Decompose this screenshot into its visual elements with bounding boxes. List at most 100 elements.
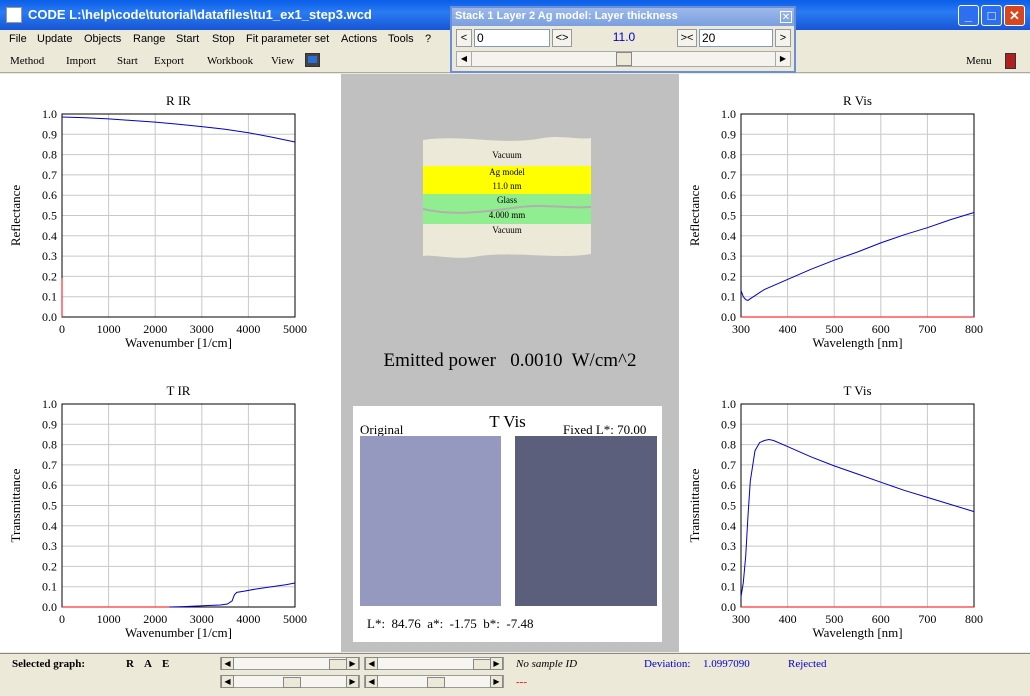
- y-tick-label: 0.3: [42, 539, 57, 553]
- y-tick-label: 0.7: [42, 458, 57, 472]
- toolbar-export[interactable]: Export: [154, 55, 184, 67]
- x-tick-label: 500: [825, 612, 843, 626]
- min-value-field[interactable]: 0: [474, 29, 550, 47]
- graph-button-a[interactable]: A: [144, 658, 152, 670]
- chart-t-ir[interactable]: T IR 0.0 0.1 0.2 0.3 0.4 0.5 0.6 0.7 0.8 0.9 1.0 0 10…: [0, 378, 341, 648]
- scroll-thumb[interactable]: [473, 659, 491, 670]
- scrollbar-1[interactable]: ◀ ▶: [220, 657, 360, 670]
- slider-left-arrow[interactable]: ◀: [457, 52, 472, 66]
- chart-title: R Vis: [843, 93, 872, 108]
- scroll-right-arrow[interactable]: ▶: [346, 657, 359, 670]
- menu-objects[interactable]: Objects: [84, 33, 121, 45]
- y-tick-label: 0.2: [42, 269, 57, 283]
- chart-t-vis[interactable]: T Vis0.00.10.20.30.40.50.60.70.80.91.030…: [679, 378, 1020, 648]
- menu-file[interactable]: File: [9, 33, 27, 45]
- y-tick-label: 0.1: [721, 580, 736, 594]
- toolbar-view[interactable]: View: [271, 55, 294, 67]
- y-tick-label: 1.0: [721, 397, 736, 411]
- scroll-thumb[interactable]: [427, 677, 445, 688]
- data-series-line: [740, 438, 975, 597]
- menu-range[interactable]: Range: [133, 33, 165, 45]
- x-tick-label: 700: [918, 612, 936, 626]
- menu-fit-parameter-set[interactable]: Fit parameter set: [246, 33, 329, 45]
- original-color-swatch: [360, 436, 501, 606]
- slider-thumb[interactable]: [615, 52, 632, 66]
- scroll-thumb[interactable]: [283, 677, 301, 688]
- y-tick-label: 0.6: [721, 188, 736, 202]
- y-tick-label: 0.5: [42, 209, 57, 223]
- color-panel[interactable]: T Vis Original Fixed L*: 70.00 L*: 84.76…: [353, 406, 662, 642]
- y-tick-label: 0.1: [42, 290, 57, 304]
- scrollbar-3[interactable]: ◀ ▶: [220, 675, 360, 688]
- decrease-button[interactable]: <: [456, 29, 472, 47]
- status-bar: Selected graph: R A E ◀ ▶ ◀ ▶ ◀ ▶ ◀ ▶ No…: [0, 653, 1030, 696]
- layer-label: Vacuum: [492, 150, 522, 160]
- x-tick-label: 400: [779, 612, 797, 626]
- layer-stack-diagram[interactable]: Vacuum Ag model 11.0 nm Glass 4.000 mm V…: [423, 136, 591, 258]
- app-icon[interactable]: [6, 7, 22, 23]
- toolbar-start[interactable]: Start: [117, 55, 138, 67]
- maximize-button[interactable]: □: [981, 5, 1002, 26]
- scroll-left-arrow[interactable]: ◀: [221, 657, 234, 670]
- y-tick-label: 0.1: [721, 290, 736, 304]
- scroll-right-arrow[interactable]: ▶: [490, 657, 503, 670]
- increase-button[interactable]: >: [775, 29, 791, 47]
- menu-update[interactable]: Update: [37, 33, 72, 45]
- slider-right-arrow[interactable]: ▶: [775, 52, 790, 66]
- fit-status: Rejected: [788, 658, 827, 670]
- slider-window-titlebar[interactable]: Stack 1 Layer 2 Ag model: Layer thicknes…: [452, 8, 794, 26]
- toolbar-menu[interactable]: Menu: [966, 55, 992, 67]
- parameter-slider[interactable]: ◀ ▶: [456, 51, 791, 67]
- y-tick-label: 0.9: [721, 127, 736, 141]
- minimize-button[interactable]: _: [958, 5, 979, 26]
- x-tick-label: 400: [779, 322, 797, 336]
- y-axis-label: Reflectance: [8, 185, 23, 247]
- y-tick-label: 0.6: [42, 478, 57, 492]
- scroll-left-arrow[interactable]: ◀: [365, 675, 378, 688]
- y-tick-label: 0.0: [42, 310, 57, 324]
- y-axis-label: Transmittance: [8, 468, 23, 542]
- menu-tools[interactable]: Tools: [388, 33, 414, 45]
- chart-r-ir[interactable]: R IR 0.0 0.1 0.2 0.3 0.4 0.5 0.6 0.7 0.8 0.9 1.0 0 10…: [0, 88, 341, 358]
- max-value-field[interactable]: 20: [699, 29, 773, 47]
- graph-button-e[interactable]: E: [162, 658, 169, 670]
- toolbar-method[interactable]: Method: [10, 55, 44, 67]
- menu-help[interactable]: ?: [425, 33, 431, 45]
- menu-stop[interactable]: Stop: [212, 33, 235, 45]
- toolbar-import[interactable]: Import: [66, 55, 96, 67]
- scroll-left-arrow[interactable]: ◀: [365, 657, 378, 670]
- scrollbar-4[interactable]: ◀ ▶: [364, 675, 504, 688]
- shrink-range-button[interactable]: <>: [552, 29, 572, 47]
- y-tick-label: 1.0: [721, 107, 736, 121]
- door-icon[interactable]: [1005, 53, 1016, 69]
- close-icon[interactable]: ✕: [780, 11, 792, 23]
- x-axis-label: Wavenumber [1/cm]: [125, 335, 232, 350]
- parameter-slider-window[interactable]: Stack 1 Layer 2 Ag model: Layer thicknes…: [450, 6, 796, 73]
- toolbar-workbook[interactable]: Workbook: [207, 55, 253, 67]
- x-tick-label: 300: [732, 322, 750, 336]
- y-tick-label: 0.8: [42, 438, 57, 452]
- graph-button-r[interactable]: R: [126, 658, 134, 670]
- menu-start[interactable]: Start: [176, 33, 199, 45]
- expand-range-button[interactable]: ><: [677, 29, 697, 47]
- x-axis-label: Wavelength [nm]: [812, 625, 902, 640]
- scroll-right-arrow[interactable]: ▶: [346, 675, 359, 688]
- x-tick-label: 4000: [236, 322, 260, 336]
- chart-r-vis[interactable]: R Vis0.00.10.20.30.40.50.60.70.80.91.030…: [679, 88, 1020, 358]
- close-button[interactable]: ✕: [1004, 5, 1025, 26]
- monitor-icon[interactable]: [305, 53, 320, 67]
- scroll-thumb[interactable]: [329, 659, 347, 670]
- status-dash: ---: [516, 676, 527, 688]
- x-axis-label: Wavelength [nm]: [812, 335, 902, 350]
- scroll-right-arrow[interactable]: ▶: [490, 675, 503, 688]
- y-tick-label: 1.0: [42, 397, 57, 411]
- y-tick-label: 0.9: [721, 417, 736, 431]
- y-tick-label: 1.0: [42, 107, 57, 121]
- menu-actions[interactable]: Actions: [341, 33, 377, 45]
- layer-label: Glass: [497, 195, 517, 205]
- deviation-value: 1.0997090: [703, 658, 750, 670]
- scrollbar-2[interactable]: ◀ ▶: [364, 657, 504, 670]
- scroll-left-arrow[interactable]: ◀: [221, 675, 234, 688]
- y-tick-label: 0.3: [721, 249, 736, 263]
- y-tick-label: 0.8: [721, 438, 736, 452]
